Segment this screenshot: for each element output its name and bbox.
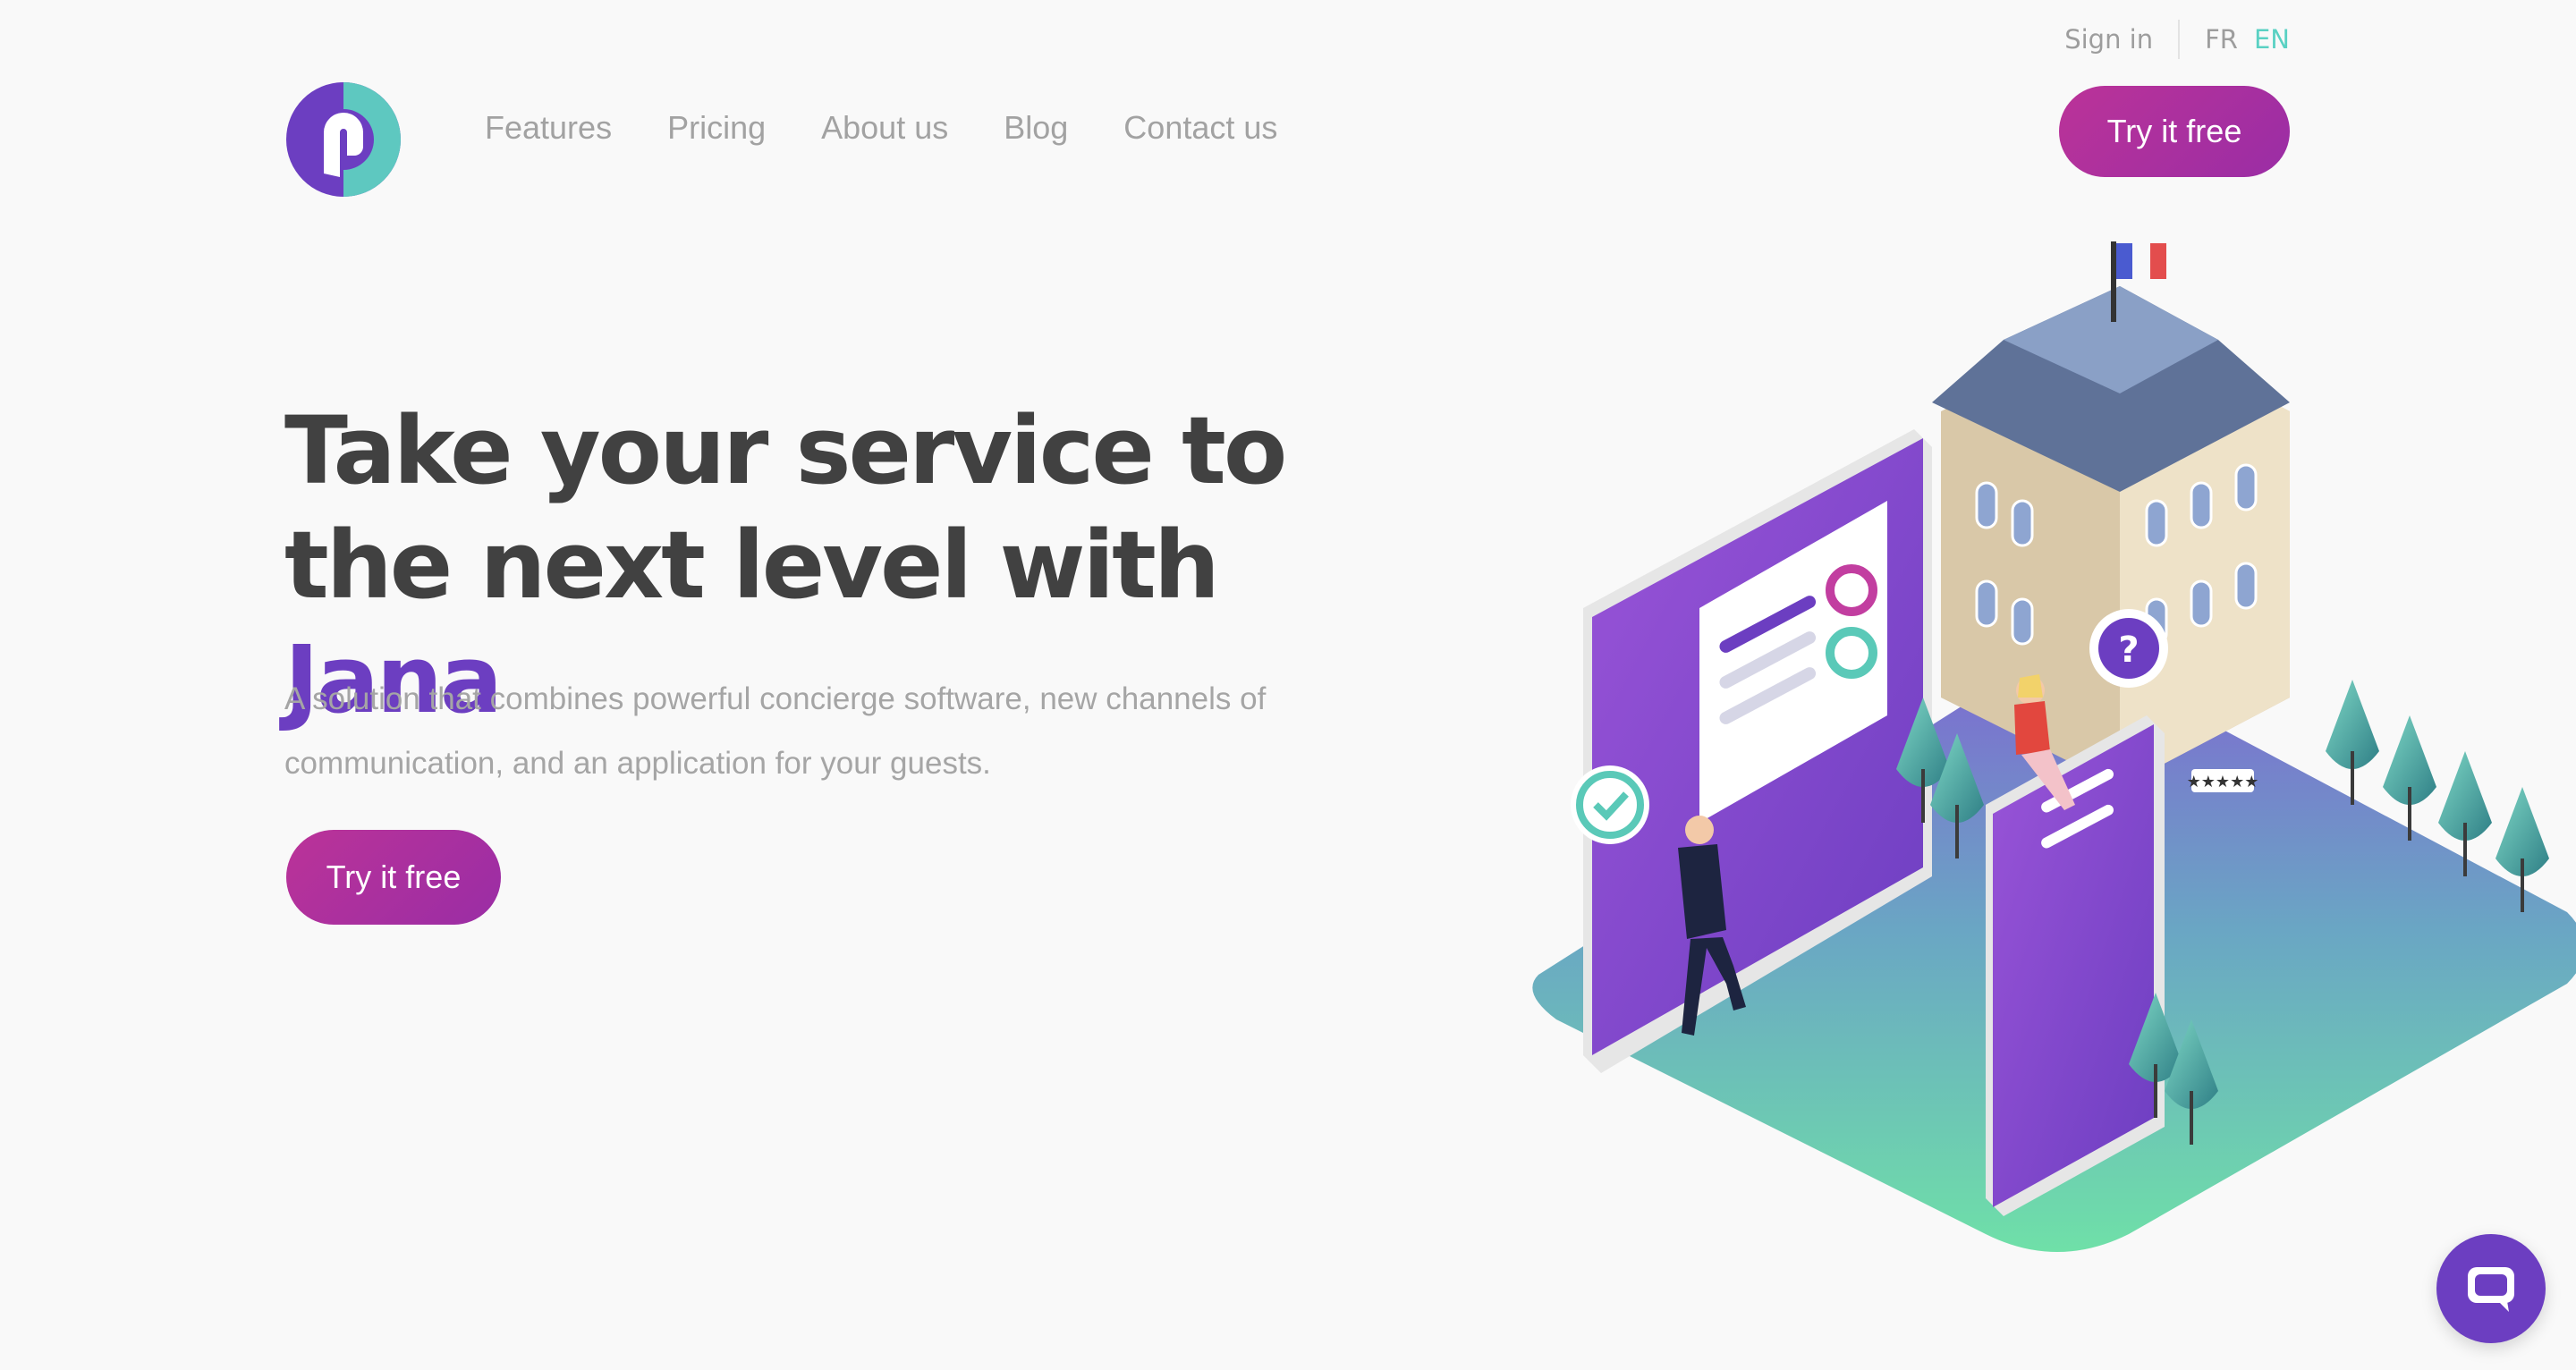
nav-blog[interactable]: Blog (1004, 109, 1068, 147)
divider (2178, 20, 2181, 59)
svg-text:?: ? (2118, 630, 2139, 671)
header-try-free-button[interactable]: Try it free (2059, 86, 2290, 177)
nav-pricing[interactable]: Pricing (667, 109, 766, 147)
nav-contact-us[interactable]: Contact us (1123, 109, 1277, 147)
hero-try-free-button[interactable]: Try it free (286, 830, 501, 925)
language-switcher: FR EN (2205, 24, 2290, 55)
top-utility-bar: Sign in FR EN (2064, 20, 2290, 59)
hero-illustration: ★★★★★ ? (1532, 241, 2576, 1252)
hero-subtitle: A solution that combines powerful concie… (284, 681, 1267, 781)
main-nav: Features Pricing About us Blog Contact u… (485, 109, 1277, 147)
jana-logo-icon[interactable] (284, 80, 402, 199)
phone-illustration (1986, 715, 2165, 1216)
nav-about-us[interactable]: About us (821, 109, 948, 147)
sign-in-link[interactable]: Sign in (2064, 24, 2153, 55)
hotel-building-illustration: ★★★★★ (1932, 241, 2290, 792)
hotel-stars: ★★★★★ (2187, 773, 2259, 791)
question-bubble-icon: ? (2089, 609, 2168, 688)
chat-widget-button[interactable] (2436, 1234, 2546, 1343)
lang-en[interactable]: EN (2254, 24, 2290, 55)
lang-fr[interactable]: FR (2205, 24, 2238, 55)
hero-title-main: Take your service to the next level with (284, 396, 1287, 620)
nav-features[interactable]: Features (485, 109, 612, 147)
check-bubble-icon (1571, 765, 1649, 844)
chat-bubble-icon (2468, 1267, 2514, 1312)
